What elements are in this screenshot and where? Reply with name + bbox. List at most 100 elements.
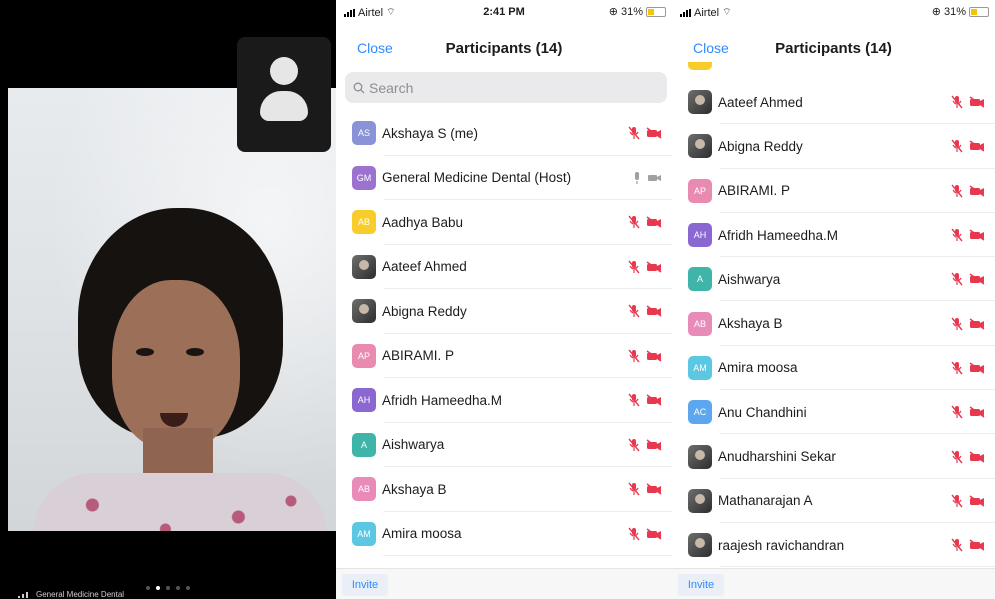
participant-status-icons xyxy=(951,228,985,242)
participant-status-icons xyxy=(951,95,985,109)
video-off-icon xyxy=(969,318,985,330)
speaker-shirt xyxy=(34,473,326,531)
nav-bar: Participants (14) Close xyxy=(336,34,672,64)
participant-status-icons xyxy=(951,139,985,153)
page-dot xyxy=(146,586,150,590)
avatar xyxy=(688,134,712,159)
page-dot xyxy=(186,586,190,590)
battery-icon xyxy=(646,6,666,17)
participant-row[interactable]: Aateef Ahmed xyxy=(336,245,672,290)
video-off-icon xyxy=(969,450,985,463)
alarm-icon: ⊕ xyxy=(931,6,941,18)
mic-muted-icon xyxy=(628,527,640,541)
participants-screen-1: Airtel ⌔ 2:41 PM ⊕ 31% Participants (14)… xyxy=(336,0,672,599)
participant-row[interactable]: GM General Medicine Dental (Host) xyxy=(336,156,672,201)
battery-percent: 31% xyxy=(620,5,643,18)
participant-status-icons xyxy=(628,527,662,541)
participant-row[interactable]: AS Akshaya S (me) xyxy=(336,111,672,156)
participant-row[interactable]: AM Amira moosa xyxy=(336,512,672,557)
mic-muted-icon xyxy=(951,272,963,286)
participant-row[interactable]: AB Akshaya B xyxy=(336,467,672,512)
participant-status-icons xyxy=(628,215,662,229)
participant-name: Abigna Reddy xyxy=(382,303,467,319)
video-off-icon xyxy=(646,483,662,495)
participant-row[interactable]: AP ABIRAMI. P xyxy=(336,334,672,379)
participant-status-icons xyxy=(951,317,985,331)
mic-muted-icon xyxy=(951,538,963,552)
avatar: AB xyxy=(352,210,376,235)
cellular-signal-icon xyxy=(680,8,691,17)
alarm-icon: ⊕ xyxy=(608,6,618,18)
video-off-icon xyxy=(969,406,985,418)
active-speaker-video[interactable] xyxy=(8,88,336,531)
avatar-partial xyxy=(688,62,712,70)
participant-row[interactable]: AB Aadhya Babu xyxy=(336,200,672,245)
video-off-icon xyxy=(646,305,662,317)
mic-muted-icon xyxy=(951,361,963,375)
video-off-icon xyxy=(969,539,985,551)
avatar: AH xyxy=(352,388,376,413)
participant-name: Akshaya B xyxy=(382,481,447,497)
search-input[interactable]: Search xyxy=(345,72,667,103)
participant-row[interactable]: A Aishwarya xyxy=(672,257,995,302)
carrier-name: Airtel xyxy=(694,6,720,19)
participant-row[interactable]: AB Akshaya B xyxy=(672,302,995,347)
video-off-icon xyxy=(969,140,985,153)
video-off-icon xyxy=(646,350,662,362)
video-off-icon xyxy=(969,273,985,285)
mic-muted-icon xyxy=(628,438,640,452)
avatar: AM xyxy=(688,355,712,380)
status-bar: Airtel ⌔ ⊕ 31% xyxy=(672,0,995,20)
video-icon xyxy=(648,174,661,181)
participant-row[interactable]: raajesh ravichandran xyxy=(672,523,995,568)
participant-row[interactable]: Abigna Reddy xyxy=(336,289,672,334)
participant-row[interactable]: AP ABIRAMI. P xyxy=(672,169,995,214)
video-off-icon xyxy=(646,127,662,139)
invite-button[interactable]: Invite xyxy=(342,574,388,596)
avatar-initials: AB xyxy=(357,484,370,495)
battery-percent: 31% xyxy=(943,5,966,18)
speaker-eye-right xyxy=(186,348,204,356)
avatar-initials: AB xyxy=(357,217,370,228)
participant-row[interactable]: Anudharshini Sekar xyxy=(672,434,995,479)
participant-row[interactable]: A Aishwarya xyxy=(336,423,672,468)
close-button[interactable]: Close xyxy=(693,40,729,56)
participant-row[interactable]: AM Amira moosa xyxy=(672,346,995,391)
participant-status-icons xyxy=(951,184,985,198)
participant-row[interactable]: AC Anu Chandhini xyxy=(672,390,995,435)
avatar-placeholder-icon xyxy=(270,57,298,85)
mic-muted-icon xyxy=(951,494,963,508)
participant-row[interactable]: Mathanarajan A xyxy=(672,479,995,524)
avatar-initials: AP xyxy=(357,350,370,361)
participant-row[interactable]: AH Afridh Hameedha.M xyxy=(672,213,995,258)
participant-row[interactable]: AH Afridh Hameedha.M xyxy=(336,378,672,423)
participant-status-icons xyxy=(951,450,985,464)
page-indicator[interactable] xyxy=(146,586,190,590)
avatar xyxy=(688,488,712,513)
participant-status-icons xyxy=(628,393,662,407)
participant-name: Aadhya Babu xyxy=(382,214,464,230)
mic-muted-icon xyxy=(628,393,640,407)
mic-muted-icon xyxy=(628,482,640,496)
close-button[interactable]: Close xyxy=(357,40,393,56)
page-dot xyxy=(166,586,170,590)
participant-status-icons xyxy=(951,405,985,419)
page-dot-active xyxy=(156,586,160,590)
video-off-icon xyxy=(646,439,662,451)
participant-row[interactable]: Abigna Reddy xyxy=(672,124,995,169)
signal-strength-icon xyxy=(18,592,28,598)
participant-row[interactable]: Aateef Ahmed xyxy=(672,80,995,125)
avatar-initials: GM xyxy=(356,172,372,183)
mic-muted-icon xyxy=(951,317,963,331)
self-view-thumbnail[interactable] xyxy=(237,37,331,152)
avatar xyxy=(688,90,712,115)
video-off-icon xyxy=(646,261,662,273)
nav-bar: Participants (14) Close xyxy=(672,34,995,64)
avatar-initials: AH xyxy=(357,395,371,406)
participants-screen-2: Airtel ⌔ ⊕ 31% Participants (14) Close A… xyxy=(672,0,995,599)
video-off-icon xyxy=(646,394,662,406)
mic-muted-icon xyxy=(951,139,963,153)
avatar-initials: A xyxy=(696,274,703,285)
avatar-initials: AM xyxy=(357,528,371,539)
invite-button[interactable]: Invite xyxy=(678,574,724,596)
